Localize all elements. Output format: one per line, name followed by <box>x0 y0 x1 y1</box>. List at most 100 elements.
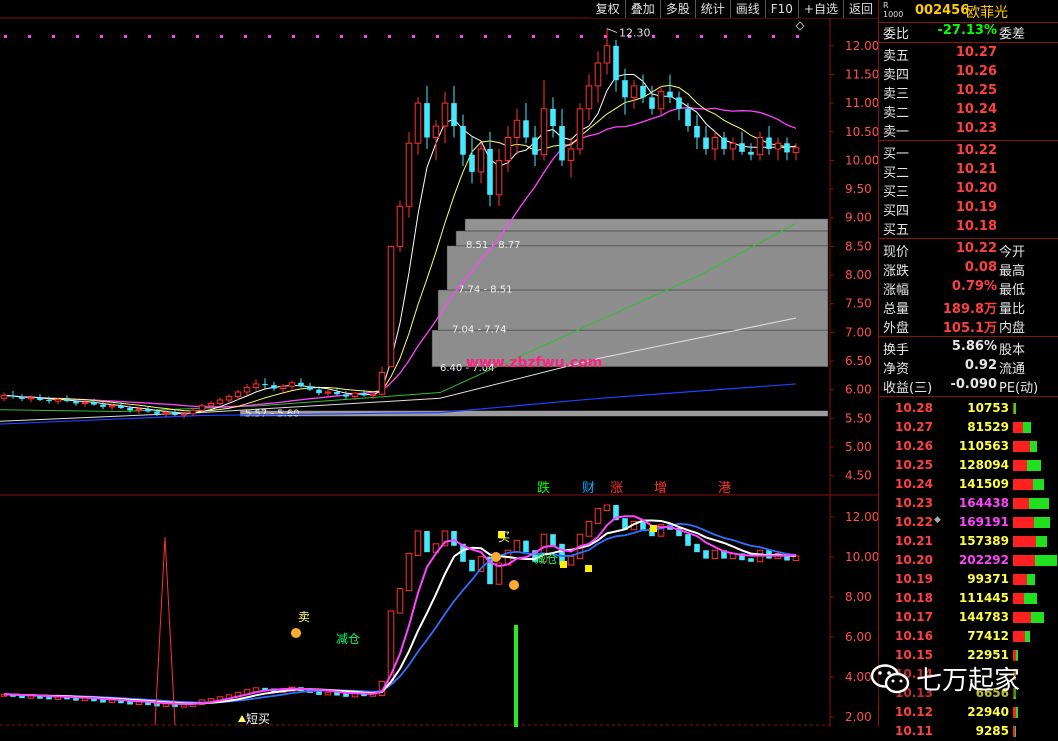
upper-tick-label: 6.50 <box>845 354 872 368</box>
trade-price: 10.18 <box>895 591 933 605</box>
candle-body-down <box>298 382 304 387</box>
candle-body-down <box>667 91 673 98</box>
top-dot-marker <box>148 35 151 38</box>
row-value: 10.25 <box>955 83 997 98</box>
row-value: 10.26 <box>955 64 997 79</box>
trade-volume: 202292 <box>958 553 1009 567</box>
candle-body-down <box>703 137 709 149</box>
candle-body-up <box>504 137 512 161</box>
candle-body-up <box>243 386 251 393</box>
trade-volume: 99371 <box>967 572 1009 586</box>
back-button[interactable]: 返回 <box>842 0 878 18</box>
restore-rights-button[interactable]: 复权 <box>591 0 625 18</box>
statistics-button[interactable]: 统计 <box>694 0 730 18</box>
candle-body-down <box>613 45 619 81</box>
top-dot-marker <box>748 35 751 38</box>
row-label: 外盘 <box>883 321 910 336</box>
indicator-bar-up <box>567 556 575 566</box>
candle-body-up <box>108 405 116 408</box>
candle-body-up <box>792 147 800 153</box>
trade-row: 10.21 157389 <box>879 532 1058 551</box>
indicator-bar-down <box>550 534 556 546</box>
trade-bar-buy <box>1013 517 1034 528</box>
signal-square <box>650 525 657 532</box>
draw-line-button[interactable]: 画线 <box>729 0 765 18</box>
candle-body-up <box>396 205 404 247</box>
event-marker: 财 <box>582 481 595 496</box>
bid-row: 买三 10.20 <box>879 180 1058 200</box>
top-dot-marker <box>172 35 175 38</box>
candle-body-down <box>271 385 277 389</box>
candle-body-down <box>469 154 475 172</box>
trade-bar-buy <box>1013 479 1033 490</box>
indicator-bar-down <box>685 534 691 546</box>
divider <box>879 140 1058 141</box>
trade-volume: 111445 <box>958 591 1009 605</box>
bid-row: 买五 10.18 <box>879 218 1058 238</box>
indicator-spike <box>154 536 176 726</box>
trade-price: 10.12 <box>895 705 933 719</box>
candle-body-up <box>180 413 188 416</box>
indicator-bar-down <box>694 543 700 553</box>
chart-toolbar: 复权 叠加 多股 统计 画线 F10 +自选 返回 <box>590 0 878 18</box>
trade-bar-buy <box>1013 593 1024 604</box>
candle-body-up <box>729 142 737 150</box>
row-label: 卖三 <box>883 87 910 102</box>
chip-zone <box>464 218 829 232</box>
trade-bar-sell <box>1030 441 1037 452</box>
stat-row: 收益(三) -0.090 PE(动) <box>879 376 1058 396</box>
trade-price: 10.26 <box>895 439 933 453</box>
candle-body-down <box>19 396 25 399</box>
trade-row: 10.20 202292 <box>879 551 1058 570</box>
top-dot-marker <box>76 35 79 38</box>
wechat-icon <box>870 663 910 693</box>
candle-body-down <box>748 151 754 155</box>
trade-bar-sell <box>1024 593 1037 604</box>
candle-body-up <box>162 412 170 415</box>
candle-body-up <box>387 245 395 368</box>
candle-body-up <box>756 137 764 156</box>
lower-tick-label: 6.00 <box>845 630 872 644</box>
f10-button[interactable]: F10 <box>764 0 798 18</box>
candle-body-down <box>451 103 457 127</box>
upper-tick-label: 7.50 <box>845 297 872 311</box>
add-favorite-button[interactable]: +自选 <box>797 0 843 18</box>
candle-body-down <box>424 103 430 138</box>
multi-stock-button[interactable]: 多股 <box>659 0 695 18</box>
trade-bar-sell <box>1027 460 1041 471</box>
trade-bar-sell <box>1015 726 1016 737</box>
candle-body-up <box>405 142 413 207</box>
trade-row: 10.19 99371 <box>879 570 1058 589</box>
ask-row: 卖三 10.25 <box>879 82 1058 102</box>
candle-body-up <box>189 409 197 415</box>
candle-body-down <box>550 108 556 127</box>
candle-body-down <box>334 391 340 395</box>
trade-volume: 22940 <box>967 705 1009 719</box>
candle-body-down <box>154 411 160 414</box>
candle-body-up <box>495 159 503 196</box>
trade-signal-label: 短买 <box>246 712 270 726</box>
candle-body-down <box>73 401 79 404</box>
row-label: 卖一 <box>883 125 910 140</box>
candle-body-down <box>640 85 646 98</box>
lower-tick-label: 12.00 <box>845 510 878 524</box>
overlay-button[interactable]: 叠加 <box>624 0 660 18</box>
row-label: 买五 <box>883 223 910 238</box>
candle-body-down <box>784 143 790 153</box>
trade-bar-buy <box>1013 536 1036 547</box>
row-label: 买一 <box>883 147 910 162</box>
candle-body-down <box>262 383 268 386</box>
upper-tick-label: 5.50 <box>845 411 872 425</box>
trade-bar-buy <box>1013 631 1025 642</box>
high-price-label: 12.30 <box>619 27 651 40</box>
row-label: 卖五 <box>883 49 910 64</box>
candle-body-up <box>234 391 242 398</box>
top-dot-marker <box>316 35 319 38</box>
kline-chart[interactable]: 12.00 11.50 11.00 10.50 10.00 9.50 9.00 8.50 8.0… <box>0 0 878 727</box>
row-value: -0.090 <box>950 377 997 392</box>
candle-body-down <box>694 126 700 138</box>
upper-tick-label: 8.00 <box>845 268 872 282</box>
top-dot-marker <box>532 35 535 38</box>
upper-tick-label: 11.00 <box>845 96 878 110</box>
high-pointer <box>606 28 618 34</box>
